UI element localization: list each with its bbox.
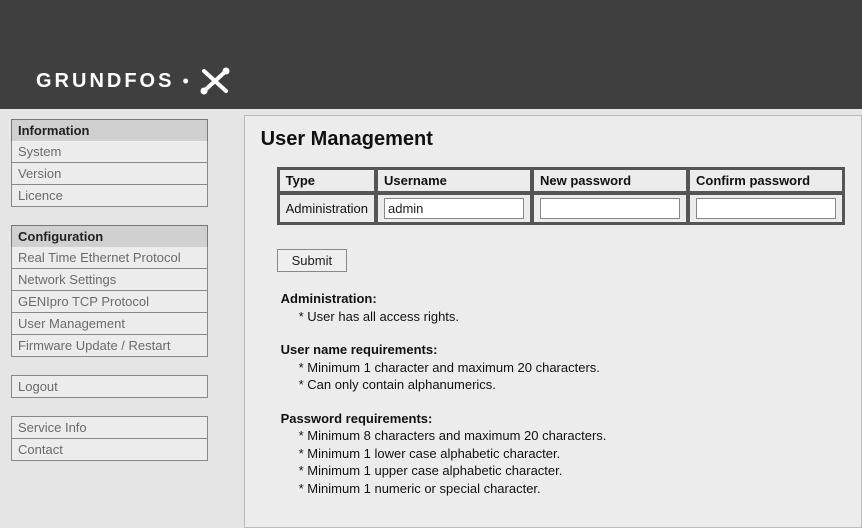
note-pw-b4: * Minimum 1 numeric or special character…	[299, 480, 845, 498]
menu-header-information: Information	[11, 119, 208, 141]
table-header-row: Type Username New password Confirm passw…	[279, 169, 843, 192]
brand-logo-text: GRUNDFOS	[36, 70, 174, 93]
menu-header-configuration: Configuration	[11, 225, 208, 247]
sidebar-item-service-info[interactable]: Service Info	[11, 416, 208, 439]
col-header-confirm-password: Confirm password	[689, 169, 843, 192]
confirm-password-input[interactable]	[696, 198, 836, 219]
user-table: Type Username New password Confirm passw…	[277, 167, 845, 225]
sidebar-item-genipro-tcp[interactable]: GENIpro TCP Protocol	[11, 291, 208, 313]
cell-confirm-password	[689, 194, 843, 223]
new-password-input[interactable]	[540, 198, 680, 219]
sidebar-item-firmware-update[interactable]: Firmware Update / Restart	[11, 335, 208, 357]
note-pw-b1: * Minimum 8 characters and maximum 20 ch…	[299, 427, 845, 445]
note-user-title: User name requirements:	[281, 341, 845, 359]
menu-group-configuration: Configuration Real Time Ethernet Protoco…	[11, 225, 208, 357]
top-header: GRUNDFOS •	[0, 0, 862, 109]
username-input[interactable]	[384, 198, 524, 219]
sidebar-item-version[interactable]: Version	[11, 163, 208, 185]
col-header-new-password: New password	[533, 169, 687, 192]
brand-logo-icon	[200, 67, 230, 95]
menu-group-information: Information System Version Licence	[11, 119, 208, 207]
sidebar-item-licence[interactable]: Licence	[11, 185, 208, 207]
col-header-type: Type	[279, 169, 375, 192]
note-pw-title: Password requirements:	[281, 410, 845, 428]
sidebar-item-logout[interactable]: Logout	[11, 375, 208, 398]
note-pw-b3: * Minimum 1 upper case alphabetic charac…	[299, 462, 845, 480]
requirements-notes: Administration: * User has all access ri…	[281, 290, 845, 497]
main-panel: User Management Type Username New passwo…	[244, 115, 862, 528]
submit-button[interactable]: Submit	[277, 249, 347, 272]
sidebar-item-system[interactable]: System	[11, 141, 208, 163]
cell-new-password	[533, 194, 687, 223]
brand-dot: •	[182, 71, 191, 92]
cell-type: Administration	[279, 194, 375, 223]
note-pw-b2: * Minimum 1 lower case alphabetic charac…	[299, 445, 845, 463]
cell-username	[377, 194, 531, 223]
note-admin-b1: * User has all access rights.	[299, 308, 845, 326]
sidebar-item-user-management[interactable]: User Management	[11, 313, 208, 335]
note-user-b1: * Minimum 1 character and maximum 20 cha…	[299, 359, 845, 377]
page-title: User Management	[261, 128, 845, 151]
sidebar: Information System Version Licence Confi…	[0, 109, 219, 528]
sidebar-item-rte-protocol[interactable]: Real Time Ethernet Protocol	[11, 247, 208, 269]
note-user-b2: * Can only contain alphanumerics.	[299, 376, 845, 394]
note-admin-title: Administration:	[281, 290, 845, 308]
brand-logo: GRUNDFOS •	[36, 67, 230, 95]
table-row: Administration	[279, 194, 843, 223]
col-header-username: Username	[377, 169, 531, 192]
sidebar-item-network-settings[interactable]: Network Settings	[11, 269, 208, 291]
menu-group-footer: Service Info Contact	[11, 416, 208, 461]
sidebar-item-contact[interactable]: Contact	[11, 439, 208, 461]
